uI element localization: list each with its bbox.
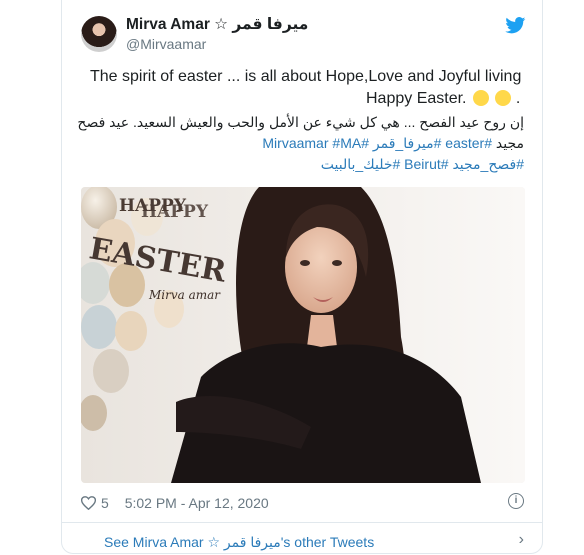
tweet-arabic-line-2: مجيد #easter #ميرفا_قمر #Mirvaamar #MA (262, 134, 524, 153)
signature-text: Mirva amar (148, 288, 221, 302)
author-name[interactable]: Mirva Amar ☆ ميرفا قمر (126, 15, 308, 34)
arabic-plain-word: مجيد (495, 135, 524, 151)
tweet-media-image[interactable]: HAPPY HAPPY EASTER Mirva amar (81, 187, 525, 483)
chevron-right-icon[interactable]: › (519, 531, 524, 549)
author-handle[interactable]: @Mirvaamar (126, 36, 206, 52)
timestamp-link[interactable]: 5:02 PM - Apr 12, 2020 (125, 495, 269, 511)
like-button[interactable]: 5 (81, 495, 113, 511)
happy-text-echo: HAPPY (141, 202, 209, 222)
like-count: 5 (101, 495, 109, 511)
hashtag-link[interactable]: #خليك_بالبيت (321, 156, 401, 172)
easter-photo: HAPPY HAPPY EASTER Mirva amar (81, 187, 525, 483)
hashtag-link[interactable]: #فصح_مجيد (452, 156, 524, 172)
chick-emoji-icon (472, 90, 489, 106)
heart-icon (81, 496, 96, 510)
tweet-footer: 5 5:02 PM - Apr 12, 2020 (81, 495, 269, 511)
hashtag-link[interactable]: #MA (332, 135, 361, 151)
tweet-text-line-1: The spirit of easter ... is all about Ho… (90, 68, 522, 85)
twitter-bird-icon[interactable] (505, 17, 526, 34)
see-other-tweets-link[interactable]: See Mirva Amar ☆ ميرفا قمر's other Tweet… (104, 534, 374, 551)
happy-easter-text: Happy Easter. (366, 90, 467, 107)
divider (62, 522, 542, 523)
dot-text: . (515, 90, 521, 107)
tweet-text-line-2: Happy Easter. . (366, 88, 524, 110)
info-icon[interactable]: i (508, 493, 524, 509)
tweet-arabic-line-3: #فصح_مجيد #Beirut #خليك_بالبيت (321, 155, 524, 174)
tweet-card: Mirva Amar ☆ ميرفا قمر @Mirvaamar The sp… (61, 0, 543, 554)
hashtag-link[interactable]: #easter (445, 135, 492, 151)
hashtag-link[interactable]: #Beirut (404, 156, 448, 172)
tweet-arabic-line-1: إن روح عيد الفصح ... هي كل شيء عن الأمل … (77, 114, 524, 130)
avatar[interactable] (81, 16, 117, 52)
hashtag-link[interactable]: #ميرفا_قمر (373, 135, 442, 151)
chick-emoji-icon (495, 90, 512, 106)
